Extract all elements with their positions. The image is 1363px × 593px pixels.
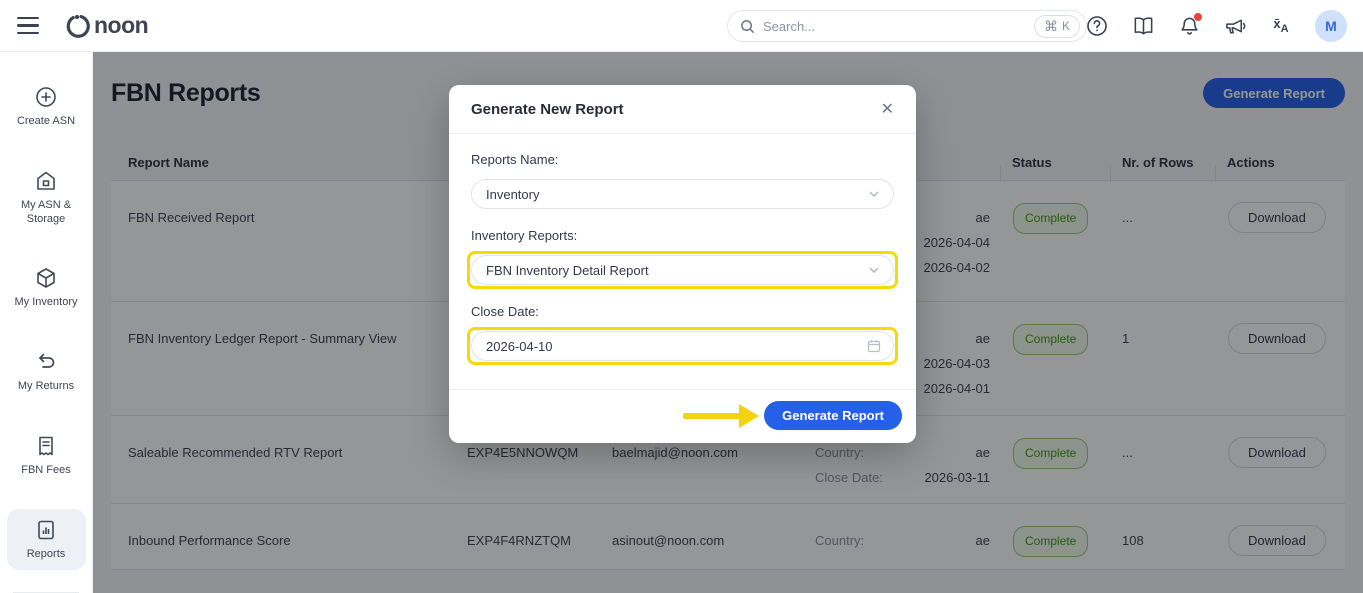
sidebar-item-label: Reports: [27, 548, 66, 562]
notification-badge-dot: [1194, 13, 1202, 21]
report-chart-icon: [34, 518, 58, 542]
search-icon: [740, 19, 755, 34]
notifications-icon[interactable]: [1177, 14, 1201, 38]
field-label: Inventory Reports:: [471, 228, 894, 243]
sidebar-item-my-asn-storage[interactable]: My ASN & Storage: [7, 160, 86, 236]
inventory-reports-select[interactable]: FBN Inventory Detail Report: [471, 255, 894, 285]
command-key-icon: ⌘: [1044, 18, 1058, 35]
sidebar-item-my-inventory[interactable]: My Inventory: [7, 257, 86, 319]
calendar-icon: [867, 339, 881, 353]
search-bar[interactable]: ⌘ K: [727, 10, 1087, 42]
noon-logo[interactable]: noon: [65, 12, 148, 39]
close-date-input[interactable]: 2026-04-10: [471, 331, 894, 361]
sidebar-item-create-asn[interactable]: Create ASN: [7, 76, 86, 138]
highlight-box: 2026-04-10: [467, 327, 898, 365]
close-date-field: Close Date: 2026-04-10: [471, 304, 894, 365]
sidebar-item-reports[interactable]: Reports: [7, 509, 86, 571]
warehouse-icon: [34, 169, 58, 193]
field-label: Close Date:: [471, 304, 894, 319]
field-label: Reports Name:: [471, 152, 894, 167]
modal-generate-report-button[interactable]: Generate Report: [764, 401, 902, 430]
guide-icon[interactable]: [1131, 14, 1155, 38]
noon-logo-icon: [65, 13, 91, 39]
logo-wordmark: noon: [94, 12, 148, 39]
menu-icon[interactable]: [17, 17, 43, 35]
return-arrow-icon: [34, 350, 58, 374]
sidebar: Create ASN My ASN & Storage My Inventory…: [0, 52, 93, 593]
announcements-icon[interactable]: [1223, 14, 1247, 38]
top-bar: noon ⌘ K: [0, 0, 1363, 52]
chevron-down-icon: [867, 187, 881, 201]
receipt-icon: [34, 434, 58, 458]
plus-circle-icon: [34, 85, 58, 109]
reports-name-select[interactable]: Inventory: [471, 179, 894, 209]
sidebar-item-fbn-fees[interactable]: FBN Fees: [7, 425, 86, 487]
translate-icon[interactable]: x̄A: [1269, 14, 1293, 38]
sidebar-item-my-returns[interactable]: My Returns: [7, 341, 86, 403]
top-icon-group: x̄A M: [1085, 0, 1347, 52]
sidebar-item-label: Create ASN: [17, 115, 75, 129]
modal-title: Generate New Report: [471, 101, 624, 118]
help-icon[interactable]: [1085, 14, 1109, 38]
box-icon: [34, 266, 58, 290]
generate-new-report-modal: Generate New Report ✕ Reports Name: Inve…: [449, 85, 916, 443]
search-input[interactable]: [763, 19, 1034, 34]
sidebar-item-label: FBN Fees: [21, 464, 71, 478]
sidebar-item-label: My ASN & Storage: [11, 199, 82, 227]
sidebar-item-label: My Returns: [18, 380, 74, 394]
close-icon[interactable]: ✕: [881, 99, 894, 119]
avatar[interactable]: M: [1315, 10, 1347, 42]
sidebar-item-label: My Inventory: [15, 296, 78, 310]
highlight-box: FBN Inventory Detail Report: [467, 251, 898, 289]
chevron-down-icon: [867, 263, 881, 277]
inventory-reports-field: Inventory Reports: FBN Inventory Detail …: [471, 228, 894, 289]
reports-name-field: Reports Name: Inventory: [471, 152, 894, 213]
pointer-arrow: [683, 404, 759, 428]
keyboard-shortcut-badge: ⌘ K: [1034, 15, 1080, 38]
